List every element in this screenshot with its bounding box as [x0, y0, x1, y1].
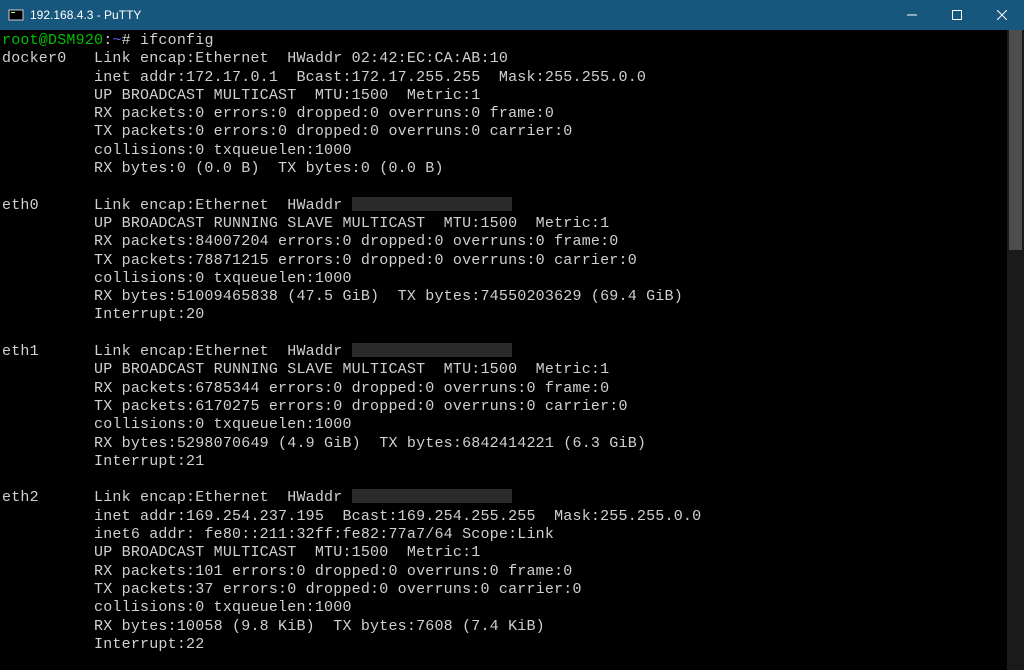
- output-line: TX packets:0 errors:0 dropped:0 overruns…: [2, 123, 1007, 141]
- prompt-user-host: root@DSM920: [2, 32, 103, 49]
- output-line: TX packets:37 errors:0 dropped:0 overrun…: [2, 581, 1007, 599]
- output-line: UP BROADCAST MULTICAST MTU:1500 Metric:1: [2, 87, 1007, 105]
- app-icon: [8, 7, 24, 23]
- output-line: collisions:0 txqueuelen:1000: [2, 270, 1007, 288]
- redacted-hwaddr: [352, 197, 512, 211]
- output-line: Interrupt:20: [2, 306, 1007, 324]
- window-controls: [889, 0, 1024, 30]
- interface-eth1: eth1 Link encap:Ethernet HWaddr UP BROAD…: [2, 343, 1007, 489]
- scrollbar[interactable]: [1007, 30, 1024, 670]
- output-line: TX packets:6170275 errors:0 dropped:0 ov…: [2, 398, 1007, 416]
- output-line: RX bytes:10058 (9.8 KiB) TX bytes:7608 (…: [2, 618, 1007, 636]
- output-line: UP BROADCAST RUNNING SLAVE MULTICAST MTU…: [2, 361, 1007, 379]
- output-line: eth0 Link encap:Ethernet HWaddr: [2, 197, 1007, 215]
- output-line: Interrupt:21: [2, 453, 1007, 471]
- output-line: RX packets:0 errors:0 dropped:0 overruns…: [2, 105, 1007, 123]
- redacted-hwaddr: [352, 489, 512, 503]
- command-text: ifconfig: [140, 32, 214, 49]
- prompt-line: root@DSM920:~# ifconfig: [2, 32, 1007, 50]
- prompt-path: ~: [112, 32, 121, 49]
- window-titlebar: 192.168.4.3 - PuTTY: [0, 0, 1024, 30]
- output-line: inet addr:172.17.0.1 Bcast:172.17.255.25…: [2, 69, 1007, 87]
- redacted-hwaddr: [352, 343, 512, 357]
- output-line: RX packets:84007204 errors:0 dropped:0 o…: [2, 233, 1007, 251]
- output-line: eth1 Link encap:Ethernet HWaddr: [2, 343, 1007, 361]
- output-line: RX bytes:5298070649 (4.9 GiB) TX bytes:6…: [2, 435, 1007, 453]
- output-line: UP BROADCAST RUNNING SLAVE MULTICAST MTU…: [2, 215, 1007, 233]
- output-line: RX bytes:0 (0.0 B) TX bytes:0 (0.0 B): [2, 160, 1007, 178]
- window-title: 192.168.4.3 - PuTTY: [30, 8, 141, 22]
- interface-docker0: docker0 Link encap:Ethernet HWaddr 02:42…: [2, 50, 1007, 196]
- interface-eth2: eth2 Link encap:Ethernet HWaddr inet add…: [2, 489, 1007, 670]
- output-line: collisions:0 txqueuelen:1000: [2, 416, 1007, 434]
- close-button[interactable]: [979, 0, 1024, 30]
- output-line: inet6 addr: fe80::211:32ff:fe82:77a7/64 …: [2, 526, 1007, 544]
- output-line: collisions:0 txqueuelen:1000: [2, 599, 1007, 617]
- minimize-button[interactable]: [889, 0, 934, 30]
- scrollbar-thumb[interactable]: [1009, 30, 1022, 250]
- output-line: collisions:0 txqueuelen:1000: [2, 142, 1007, 160]
- interface-eth0: eth0 Link encap:Ethernet HWaddr UP BROAD…: [2, 197, 1007, 343]
- maximize-button[interactable]: [934, 0, 979, 30]
- output-line: eth2 Link encap:Ethernet HWaddr: [2, 489, 1007, 507]
- output-line: UP BROADCAST MULTICAST MTU:1500 Metric:1: [2, 544, 1007, 562]
- output-line: Interrupt:22: [2, 636, 1007, 654]
- terminal-output[interactable]: root@DSM920:~# ifconfigdocker0 Link enca…: [0, 30, 1007, 670]
- output-line: TX packets:78871215 errors:0 dropped:0 o…: [2, 252, 1007, 270]
- output-line: RX bytes:51009465838 (47.5 GiB) TX bytes…: [2, 288, 1007, 306]
- output-line: docker0 Link encap:Ethernet HWaddr 02:42…: [2, 50, 1007, 68]
- output-line: RX packets:6785344 errors:0 dropped:0 ov…: [2, 380, 1007, 398]
- output-line: RX packets:101 errors:0 dropped:0 overru…: [2, 563, 1007, 581]
- output-line: inet addr:169.254.237.195 Bcast:169.254.…: [2, 508, 1007, 526]
